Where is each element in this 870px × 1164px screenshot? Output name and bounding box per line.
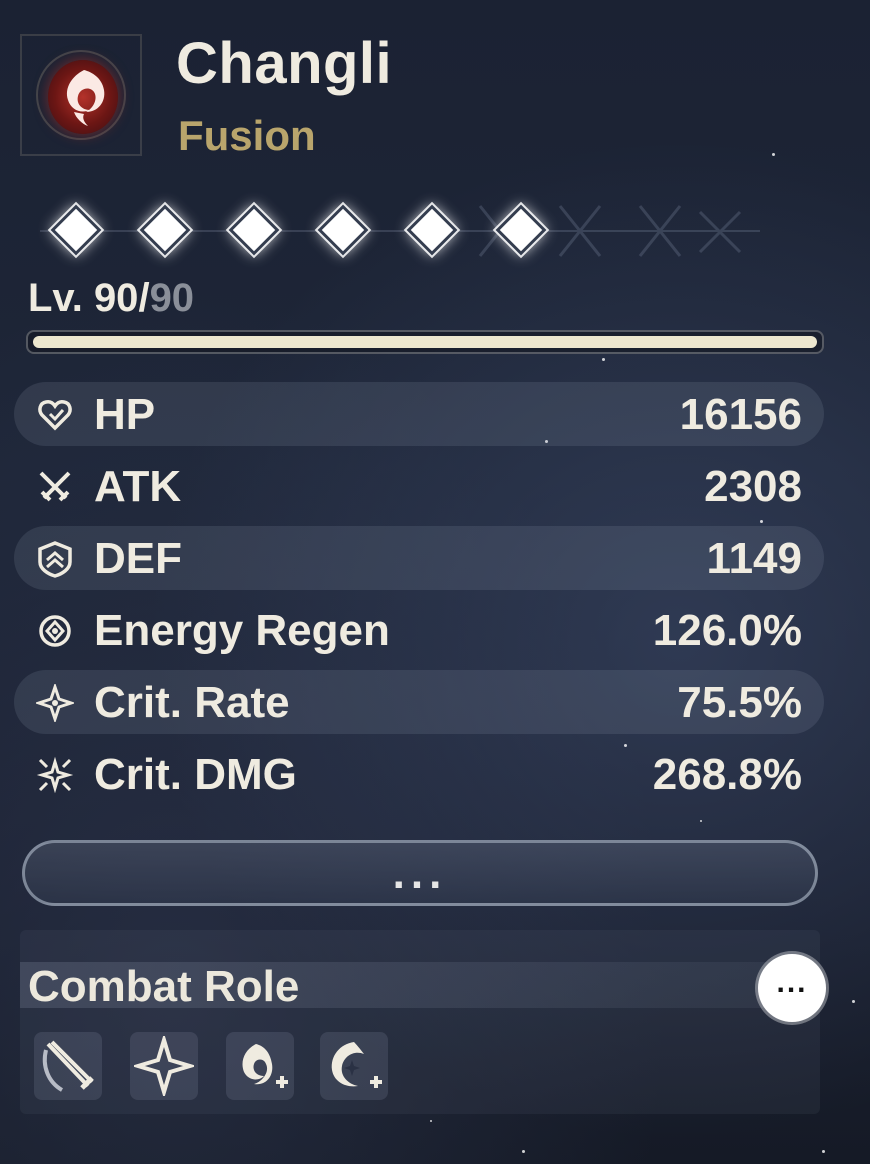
role-blade-slash[interactable] [34,1032,102,1100]
combat-role-info-label: ... [776,966,808,999]
sequence-nodes [40,198,760,264]
stat-value: 2308 [704,462,802,511]
background-star [822,1150,825,1153]
stat-row-crit-rate: Crit. Rate 75.5% [14,670,824,734]
combat-role-title: Combat Role [28,962,300,1011]
level-max: 90 [149,276,195,320]
stat-label: Energy Regen [94,606,390,655]
crit-rate-icon [36,684,74,722]
combat-role-info-button[interactable]: ... [758,954,826,1022]
stat-label: Crit. Rate [94,678,290,727]
crossed-swords-icon [39,471,71,502]
background-star [602,358,605,361]
level-current: 90 [93,276,139,320]
fusion-boost-icon [242,1044,288,1088]
stat-label: DEF [94,534,182,583]
background-star [430,1120,432,1122]
character-emblem [20,34,142,156]
stat-row-energy-regen: Energy Regen 126.0% [14,598,824,662]
level-separator: / [138,276,150,320]
stat-value: 75.5% [677,678,802,727]
sparkle-star-icon [134,1036,194,1096]
background-star [772,153,775,156]
stat-row-hp: HP 16156 [14,382,824,446]
stat-value: 126.0% [652,606,802,655]
swirl-boost-icon [331,1042,382,1088]
more-stats-button[interactable]: ... [22,840,818,906]
stat-row-def: DEF 1149 [14,526,824,590]
stat-value: 16156 [679,390,802,439]
crit-dmg-icon [36,756,74,794]
level-progress-fill [33,336,817,348]
character-level: Lv. 90/90 [28,276,194,321]
energy-regen-icon [39,615,71,647]
stat-row-crit-dmg: Crit. DMG 268.8% [14,742,824,806]
stat-row-atk: ATK 2308 [14,454,824,518]
stat-label: HP [94,390,156,439]
stat-label: Crit. DMG [94,750,297,799]
background-star [700,820,702,822]
role-swirl-boost[interactable] [320,1032,388,1100]
background-star [522,1150,525,1153]
stat-value: 268.8% [652,750,802,799]
stat-value: 1149 [706,534,802,583]
level-prefix: Lv. [28,276,94,320]
fusion-flame-icon [48,60,118,134]
stat-label: ATK [94,462,182,511]
background-star [852,1000,855,1003]
character-element: Fusion [178,112,316,159]
role-sparkle-star[interactable] [130,1032,198,1100]
level-progress-bar [26,330,824,354]
more-stats-label: ... [392,849,448,898]
blade-slash-icon [42,1040,94,1092]
background-star [760,520,763,523]
heart-icon [38,400,72,431]
role-fusion-boost[interactable] [226,1032,294,1100]
shield-icon [38,541,72,578]
character-name: Changli [176,31,393,96]
